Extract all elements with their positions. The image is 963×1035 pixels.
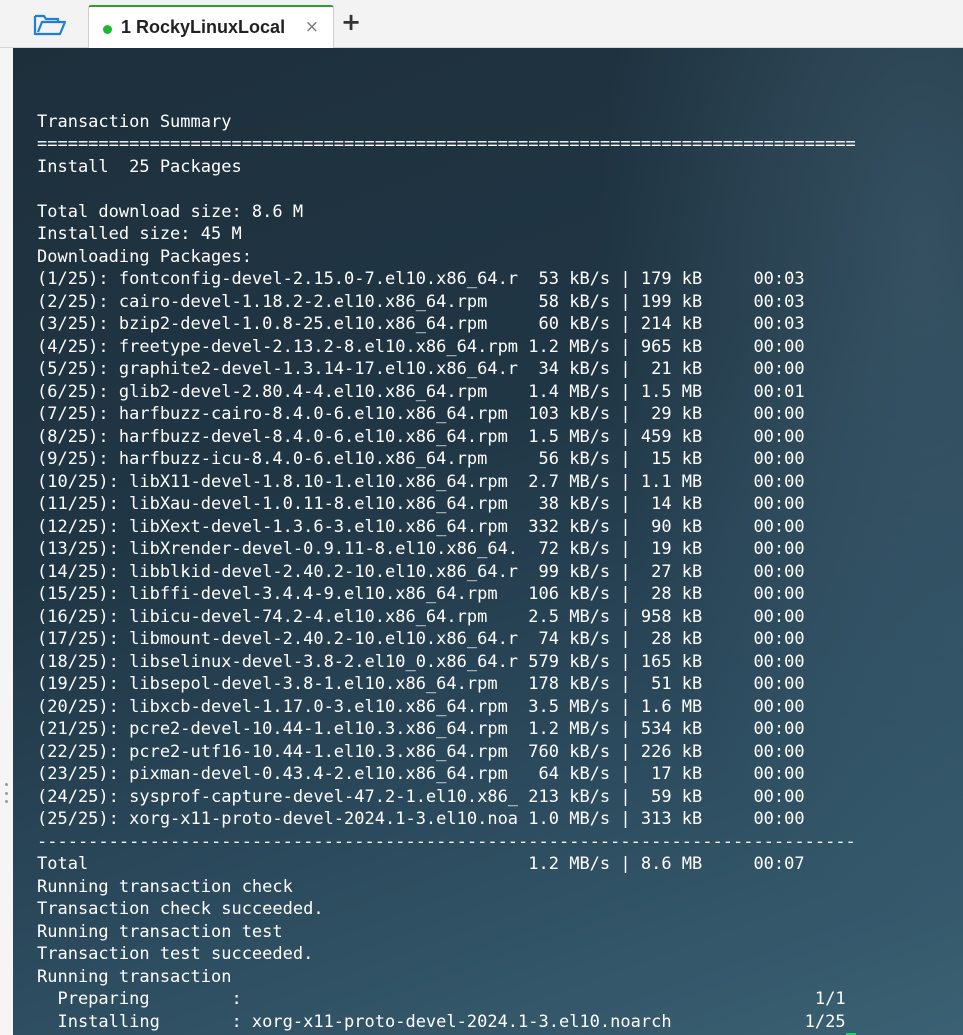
terminal-line: Running transaction [37, 966, 232, 987]
terminal-line: (23/25): pixman-devel-0.43.4-2.el10.x86_… [37, 764, 805, 784]
terminal-line: (14/25): libblkid-devel-2.40.2-10.el10.x… [37, 561, 805, 582]
terminal-line: (12/25): libXext-devel-1.3.6-3.el10.x86_… [37, 516, 805, 537]
terminal-line: (4/25): freetype-devel-2.13.2-8.el10.x86… [37, 336, 805, 357]
terminal-line: (24/25): sysprof-capture-devel-47.2-1.el… [37, 786, 805, 807]
terminal-line: (25/25): xorg-x11-proto-devel-2024.1-3.e… [37, 809, 805, 829]
terminal-line: (2/25): cairo-devel-1.18.2-2.el10.x86_64… [37, 291, 805, 312]
terminal-line: (18/25): libselinux-devel-3.8-2.el10_0.x… [37, 651, 805, 672]
terminal-line: (15/25): libffi-devel-3.4.4-9.el10.x86_6… [37, 584, 805, 604]
tab-bar: 1 RockyLinuxLocal × + [0, 0, 963, 48]
terminal-view[interactable]: Transaction Summary =====================… [13, 48, 963, 1035]
terminal-line: (13/25): libXrender-devel-0.9.11-8.el10.… [37, 539, 805, 559]
terminal-line: (6/25): glib2-devel-2.80.4-4.el10.x86_64… [37, 381, 805, 402]
terminal-line: Total download size: 8.6 M [37, 201, 304, 222]
terminal-line: (20/25): libxcb-devel-1.17.0-3.el10.x86_… [37, 696, 805, 717]
terminal-line: (19/25): libsepol-devel-3.8-1.el10.x86_6… [37, 674, 805, 694]
terminal-line: Preparing : 1/1 [37, 989, 846, 1009]
tab-rockylinuxlocal[interactable]: 1 RockyLinuxLocal × [88, 5, 334, 48]
terminal-line: (5/25): graphite2-devel-1.3.14-17.el10.x… [37, 359, 805, 379]
terminal-line: Transaction test succeeded. [37, 944, 314, 964]
terminal-line: ========================================… [37, 134, 856, 154]
terminal-line: (17/25): libmount-devel-2.40.2-10.el10.x… [37, 629, 805, 649]
terminal-line: (7/25): harfbuzz-cairo-8.4.0-6.el10.x86_… [37, 404, 805, 424]
terminal-line: Transaction check succeeded. [37, 899, 324, 919]
tab-label: 1 RockyLinuxLocal [121, 17, 286, 37]
terminal-line: (16/25): libicu-devel-74.2-4.el10.x86_64… [37, 606, 805, 627]
terminal-line: (8/25): harfbuzz-devel-8.4.0-6.el10.x86_… [37, 426, 805, 447]
terminal-line: ----------------------------------------… [37, 831, 856, 852]
terminal-line: Total 1.2 MB/s | 8.6 MB 00:07 [37, 854, 805, 874]
terminal-line: (3/25): bzip2-devel-1.0.8-25.el10.x86_64… [37, 314, 805, 334]
folder-open-icon [33, 14, 67, 36]
terminal-line: Install 25 Packages [37, 156, 242, 177]
status-dot-icon [103, 25, 112, 34]
terminal-output: Transaction Summary =====================… [37, 88, 856, 1035]
terminal-line: (9/25): harfbuzz-icu-8.4.0-6.el10.x86_64… [37, 449, 805, 469]
terminal-line: Installed size: 45 M [37, 224, 242, 244]
grip-icon[interactable] [3, 783, 9, 803]
terminal-line: Running transaction test [37, 921, 283, 942]
close-icon[interactable]: × [305, 17, 319, 37]
plus-icon[interactable]: + [340, 8, 362, 36]
terminal-line: (1/25): fontconfig-devel-2.15.0-7.el10.x… [37, 269, 805, 289]
terminal-line: (22/25): pcre2-utf16-10.44-1.el10.3.x86_… [37, 741, 805, 762]
terminal-line: (11/25): libXau-devel-1.0.11-8.el10.x86_… [37, 494, 805, 514]
open-folder-button[interactable] [30, 10, 70, 40]
terminal-line: (10/25): libX11-devel-1.8.10-1.el10.x86_… [37, 471, 805, 492]
terminal-line: Transaction Summary [37, 111, 232, 132]
terminal-line: Running transaction check [37, 876, 293, 897]
terminal-line: Installing : xorg-x11-proto-devel-2024.1… [37, 1011, 846, 1032]
terminal-line: Downloading Packages: [37, 246, 252, 267]
terminal-line: (21/25): pcre2-devel-10.44-1.el10.3.x86_… [37, 719, 805, 739]
left-panel-edge [0, 48, 13, 1035]
